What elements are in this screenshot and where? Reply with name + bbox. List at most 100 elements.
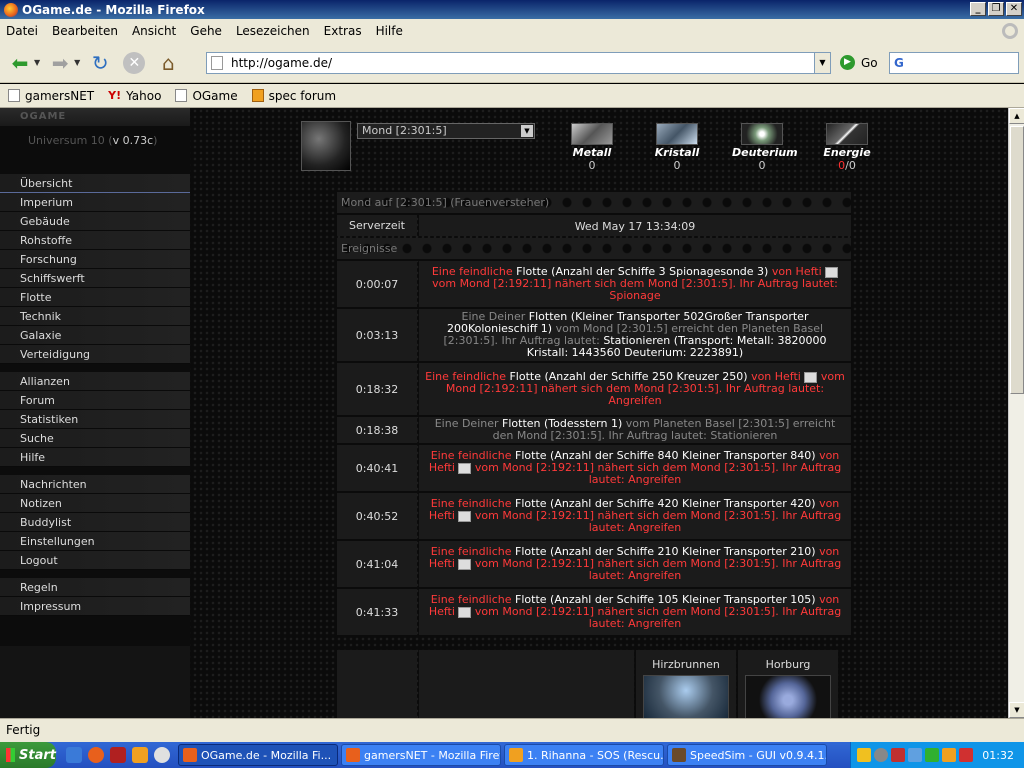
planet-thumb-hirzbrunnen[interactable]: Hirzbrunnen — [636, 650, 736, 718]
media-player-icon[interactable] — [154, 747, 170, 763]
event-row: 0:00:07 Eine feindliche Flotte (Anzahl de… — [337, 259, 851, 307]
app-icon[interactable] — [110, 747, 126, 763]
menu-gehe[interactable]: Gehe — [190, 24, 222, 38]
url-bar[interactable]: http://ogame.de/ ▼ — [206, 52, 831, 74]
menu-ansicht[interactable]: Ansicht — [132, 24, 176, 38]
search-input[interactable]: G — [889, 52, 1019, 74]
event-row: 0:40:41 Eine feindliche Flotte (Anzahl de… — [337, 443, 851, 491]
scroll-thumb[interactable] — [1010, 126, 1024, 394]
forward-button[interactable]: ➡ — [46, 49, 74, 77]
quick-launch — [66, 747, 170, 763]
clock: 01:32 — [982, 748, 1014, 762]
menu-item-rohstoffe[interactable]: Rohstoffe — [0, 231, 190, 250]
close-button[interactable]: ✕ — [1006, 2, 1022, 16]
menu-item-regeln[interactable]: Regeln — [0, 578, 190, 597]
event-countdown: 0:40:41 — [337, 445, 417, 491]
event-countdown: 0:40:52 — [337, 493, 417, 539]
resource-name: Metall — [572, 146, 612, 159]
menu-item-notizen[interactable]: Notizen — [0, 494, 190, 513]
reload-button[interactable]: ↻ — [86, 49, 114, 77]
restore-button[interactable]: ❐ — [988, 2, 1004, 16]
planet-thumb-horburg[interactable]: Horburg — [738, 650, 838, 718]
menu-item-verteidigung[interactable]: Verteidigung — [0, 345, 190, 364]
back-button[interactable]: ⬅ — [6, 49, 34, 77]
stop-button[interactable]: ✕ — [120, 49, 148, 77]
event-row: 0:41:04 Eine feindliche Flotte (Anzahl de… — [337, 539, 851, 587]
scroll-up-button[interactable]: ▲ — [1009, 108, 1024, 124]
deuterium-icon — [741, 123, 783, 145]
menu-item-technik[interactable]: Technik — [0, 307, 190, 326]
taskbar-button[interactable]: 1. Rihanna - SOS (Rescu... — [504, 744, 664, 766]
send-message-icon[interactable] — [458, 510, 472, 522]
event-text: Eine feindliche Flotte (Anzahl der Schif… — [423, 450, 847, 486]
resource-value: 0 — [758, 159, 766, 172]
menu-item-suche[interactable]: Suche — [0, 429, 190, 448]
page-content: OGAME Universum 10 (v 0.73c) Übersicht Im… — [0, 108, 1008, 718]
send-message-icon[interactable] — [458, 558, 472, 570]
start-button[interactable]: Start — [0, 742, 56, 768]
menu-item-hilfe[interactable]: Hilfe — [0, 448, 190, 467]
menu-item-logout[interactable]: Logout — [0, 551, 190, 570]
menu-item-flotte[interactable]: Flotte — [0, 288, 190, 307]
network-icon[interactable] — [908, 748, 922, 762]
speaker-icon[interactable] — [874, 748, 888, 762]
menu-extras[interactable]: Extras — [324, 24, 362, 38]
taskbar-button[interactable]: OGame.de - Mozilla Fi... — [178, 744, 338, 766]
game-menu-list: Übersicht Imperium Gebäude Rohstoffe Forschu… — [0, 174, 190, 646]
url-dropdown-icon[interactable]: ▼ — [814, 53, 830, 73]
minimize-button[interactable]: _ — [970, 2, 986, 16]
menu-item-gebäude[interactable]: Gebäude — [0, 212, 190, 231]
go-button[interactable]: ▶ Go — [840, 55, 878, 70]
taskbar-button-label: OGame.de - Mozilla Fi... — [201, 748, 332, 762]
scroll-down-button[interactable]: ▼ — [1009, 702, 1024, 718]
forward-history-chevron-icon[interactable]: ▼ — [74, 58, 80, 67]
show-desktop-icon[interactable] — [66, 747, 82, 763]
send-message-icon[interactable] — [825, 266, 839, 278]
taskbar-button[interactable]: gamersNET - Mozilla Firefox — [341, 744, 501, 766]
menu-item-forschung[interactable]: Forschung — [0, 250, 190, 269]
vertical-scrollbar[interactable]: ▲ ▼ — [1008, 108, 1024, 718]
arrows-icon[interactable] — [891, 748, 905, 762]
menu-hilfe[interactable]: Hilfe — [376, 24, 403, 38]
menu-item-forum[interactable]: Forum — [0, 391, 190, 410]
bookmark-gamersnet[interactable]: gamersNET — [8, 89, 94, 103]
taskbar-button[interactable]: SpeedSim - GUI v0.9.4.1... — [667, 744, 827, 766]
event-row: 0:03:13 Eine Deiner Flotten (Kleiner Tran… — [337, 307, 851, 361]
folder-icon — [251, 89, 264, 102]
planet-image[interactable] — [745, 675, 831, 718]
send-message-icon[interactable] — [458, 606, 472, 618]
shield-icon[interactable] — [857, 748, 871, 762]
menu-item-allianzen[interactable]: Allianzen — [0, 372, 190, 391]
menu-item-impressum[interactable]: Impressum — [0, 597, 190, 616]
planet-select[interactable]: Mond [2:301:5] ▼ — [357, 123, 535, 139]
status-bar: Fertig — [0, 718, 1024, 742]
antivirus-icon[interactable] — [959, 748, 973, 762]
menu-lesezeichen[interactable]: Lesezeichen — [236, 24, 310, 38]
menu-item-buddylist[interactable]: Buddylist — [0, 513, 190, 532]
send-message-icon[interactable] — [458, 462, 472, 474]
menu-item-galaxie[interactable]: Galaxie — [0, 326, 190, 345]
planet-name: Horburg — [765, 658, 811, 671]
menu-bearbeiten[interactable]: Bearbeiten — [52, 24, 118, 38]
bookmark-spec-forum[interactable]: spec forum — [251, 89, 336, 103]
planet-image[interactable] — [643, 675, 729, 718]
gear-icon[interactable] — [925, 748, 939, 762]
current-planet-image[interactable] — [301, 121, 351, 171]
menu-item-übersicht[interactable]: Übersicht — [0, 174, 190, 193]
home-button[interactable]: ⌂ — [154, 49, 182, 77]
winamp-icon[interactable] — [132, 747, 148, 763]
send-message-icon[interactable] — [804, 371, 818, 383]
menu-item-schiffswerft[interactable]: Schiffswerft — [0, 269, 190, 288]
firefox-icon[interactable] — [88, 747, 104, 763]
menu-item-imperium[interactable]: Imperium — [0, 193, 190, 212]
bookmark-ogame[interactable]: OGame — [175, 89, 238, 103]
menu-datei[interactable]: Datei — [6, 24, 38, 38]
menu-item-einstellungen[interactable]: Einstellungen — [0, 532, 190, 551]
winamp-icon[interactable] — [942, 748, 956, 762]
event-countdown: 0:18:38 — [337, 417, 417, 443]
back-history-chevron-icon[interactable]: ▼ — [34, 58, 40, 67]
event-row: 0:40:52 Eine feindliche Flotte (Anzahl de… — [337, 491, 851, 539]
menu-item-nachrichten[interactable]: Nachrichten — [0, 475, 190, 494]
menu-item-statistiken[interactable]: Statistiken — [0, 410, 190, 429]
bookmark-yahoo[interactable]: Y! Yahoo — [108, 89, 161, 103]
